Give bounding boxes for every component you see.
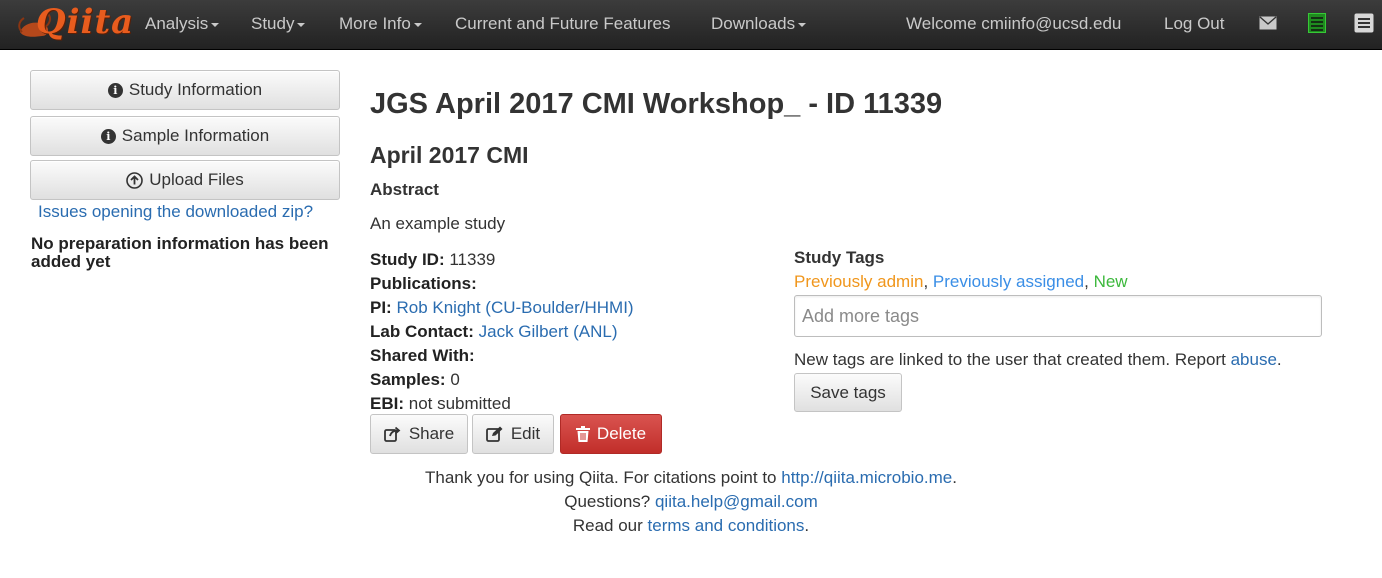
study-id-value: 11339 bbox=[449, 250, 496, 269]
ebi-row: EBI: not submitted bbox=[370, 392, 634, 416]
tags-note-end: . bbox=[1276, 350, 1282, 369]
navbar: Qiita Analysis Study More Info Current a… bbox=[0, 0, 1382, 50]
tags-note: New tags are linked to the user that cre… bbox=[794, 350, 1282, 370]
ebi-label: EBI: bbox=[370, 394, 404, 413]
pi-row: PI: Rob Knight (CU-Boulder/HHMI) bbox=[370, 296, 634, 320]
qiita-url-link[interactable]: http://qiita.microbio.me bbox=[781, 468, 952, 487]
footer: Thank you for using Qiita. For citations… bbox=[370, 466, 1012, 538]
help-email-link[interactable]: qiita.help@gmail.com bbox=[655, 492, 818, 511]
nav-more-info[interactable]: More Info bbox=[339, 0, 422, 50]
legend-separator: , bbox=[923, 272, 933, 291]
terms-link[interactable]: terms and conditions bbox=[648, 516, 805, 535]
footer-period: . bbox=[952, 468, 957, 487]
delete-label: Delete bbox=[596, 424, 647, 443]
info-icon: i bbox=[100, 128, 116, 144]
footer-period: . bbox=[804, 516, 810, 535]
sample-information-button[interactable]: i Sample Information bbox=[30, 116, 340, 156]
save-tags-button[interactable]: Save tags bbox=[794, 373, 902, 412]
samples-value: 0 bbox=[450, 370, 460, 389]
caret-down-icon bbox=[211, 22, 220, 27]
brand-name: Qiita bbox=[36, 2, 135, 42]
samples-label: Samples: bbox=[370, 370, 446, 389]
legend-previously-assigned: Previously assigned bbox=[932, 272, 1085, 291]
info-icon: i bbox=[107, 82, 123, 98]
upload-icon bbox=[126, 171, 144, 189]
share-label: Share bbox=[408, 424, 455, 443]
footer-questions-text: Questions? bbox=[564, 492, 655, 511]
publications-label: Publications: bbox=[370, 274, 477, 293]
shared-with-row: Shared With: bbox=[370, 344, 634, 368]
edit-label: Edit bbox=[510, 424, 541, 443]
qiita-logo[interactable]: Qiita bbox=[14, 2, 133, 48]
study-id-row: Study ID: 11339 bbox=[370, 248, 634, 272]
nav-downloads-label: Downloads bbox=[711, 14, 796, 33]
welcome-user[interactable]: Welcome cmiinfo@ucsd.edu bbox=[906, 0, 1121, 50]
study-information-label: Study Information bbox=[128, 80, 263, 99]
footer-read-text: Read our bbox=[572, 516, 648, 535]
lab-contact-row: Lab Contact: Jack Gilbert (ANL) bbox=[370, 320, 634, 344]
page-title: JGS April 2017 CMI Workshop_ - ID 11339 bbox=[370, 88, 943, 120]
study-details: Study ID: 11339 Publications: PI: Rob Kn… bbox=[370, 248, 634, 416]
tags-legend: Previously admin, Previously assigned, N… bbox=[794, 272, 1128, 292]
report-abuse-link[interactable]: abuse bbox=[1231, 350, 1277, 369]
envelope-icon[interactable] bbox=[1259, 16, 1277, 30]
share-button[interactable]: Share bbox=[370, 414, 468, 454]
edit-button[interactable]: Edit bbox=[472, 414, 554, 454]
abstract-label: Abstract bbox=[370, 180, 439, 199]
nav-analysis-label: Analysis bbox=[145, 14, 209, 33]
ebi-value: not submitted bbox=[408, 394, 511, 413]
upload-files-label: Upload Files bbox=[149, 170, 244, 189]
study-tags-title: Study Tags bbox=[794, 248, 885, 267]
study-information-button[interactable]: i Study Information bbox=[30, 70, 340, 110]
lab-contact-label: Lab Contact: bbox=[370, 322, 474, 341]
footer-thanks-text: Thank you for using Qiita. For citations… bbox=[425, 468, 782, 487]
publications-row: Publications: bbox=[370, 272, 634, 296]
shared-with-label: Shared With: bbox=[370, 346, 475, 365]
footer-citation: Thank you for using Qiita. For citations… bbox=[370, 466, 1012, 490]
nav-analysis[interactable]: Analysis bbox=[145, 0, 220, 50]
pi-label: PI: bbox=[370, 298, 392, 317]
zip-issues-link[interactable]: Issues opening the downloaded zip? bbox=[38, 202, 313, 222]
caret-down-icon bbox=[297, 22, 306, 27]
nav-study-label: Study bbox=[251, 14, 295, 33]
sample-information-label: Sample Information bbox=[121, 126, 270, 145]
abstract-text: An example study bbox=[370, 214, 506, 233]
nav-downloads[interactable]: Downloads bbox=[711, 0, 807, 50]
footer-questions: Questions? qiita.help@gmail.com bbox=[370, 490, 1012, 514]
upload-files-button[interactable]: Upload Files bbox=[30, 160, 340, 200]
nav-study[interactable]: Study bbox=[251, 0, 306, 50]
legend-previously-admin: Previously admin bbox=[794, 272, 924, 291]
footer-terms: Read our terms and conditions. bbox=[370, 514, 1012, 538]
legend-new: New bbox=[1093, 272, 1128, 291]
nav-more-info-label: More Info bbox=[339, 14, 411, 33]
share-icon bbox=[383, 426, 401, 442]
delete-button[interactable]: Delete bbox=[560, 414, 662, 454]
add-tags-input[interactable] bbox=[794, 295, 1322, 337]
edit-icon bbox=[485, 426, 503, 442]
caret-down-icon bbox=[413, 22, 422, 27]
lab-contact-link[interactable]: Jack Gilbert (ANL) bbox=[479, 322, 618, 341]
legend-separator: , bbox=[1084, 272, 1094, 291]
preparation-note: No preparation information has been adde… bbox=[31, 234, 329, 271]
pi-link[interactable]: Rob Knight (CU-Boulder/HHMI) bbox=[396, 298, 633, 317]
list-icon[interactable] bbox=[1308, 13, 1326, 33]
study-id-label: Study ID: bbox=[370, 250, 445, 269]
trash-icon bbox=[575, 426, 590, 442]
menu-icon[interactable] bbox=[1354, 13, 1374, 33]
logout-link[interactable]: Log Out bbox=[1164, 0, 1225, 50]
caret-down-icon bbox=[798, 22, 807, 27]
nav-features[interactable]: Current and Future Features bbox=[455, 0, 670, 50]
study-alias: April 2017 CMI bbox=[370, 142, 529, 168]
tags-note-text: New tags are linked to the user that cre… bbox=[794, 350, 1231, 369]
samples-row: Samples: 0 bbox=[370, 368, 634, 392]
